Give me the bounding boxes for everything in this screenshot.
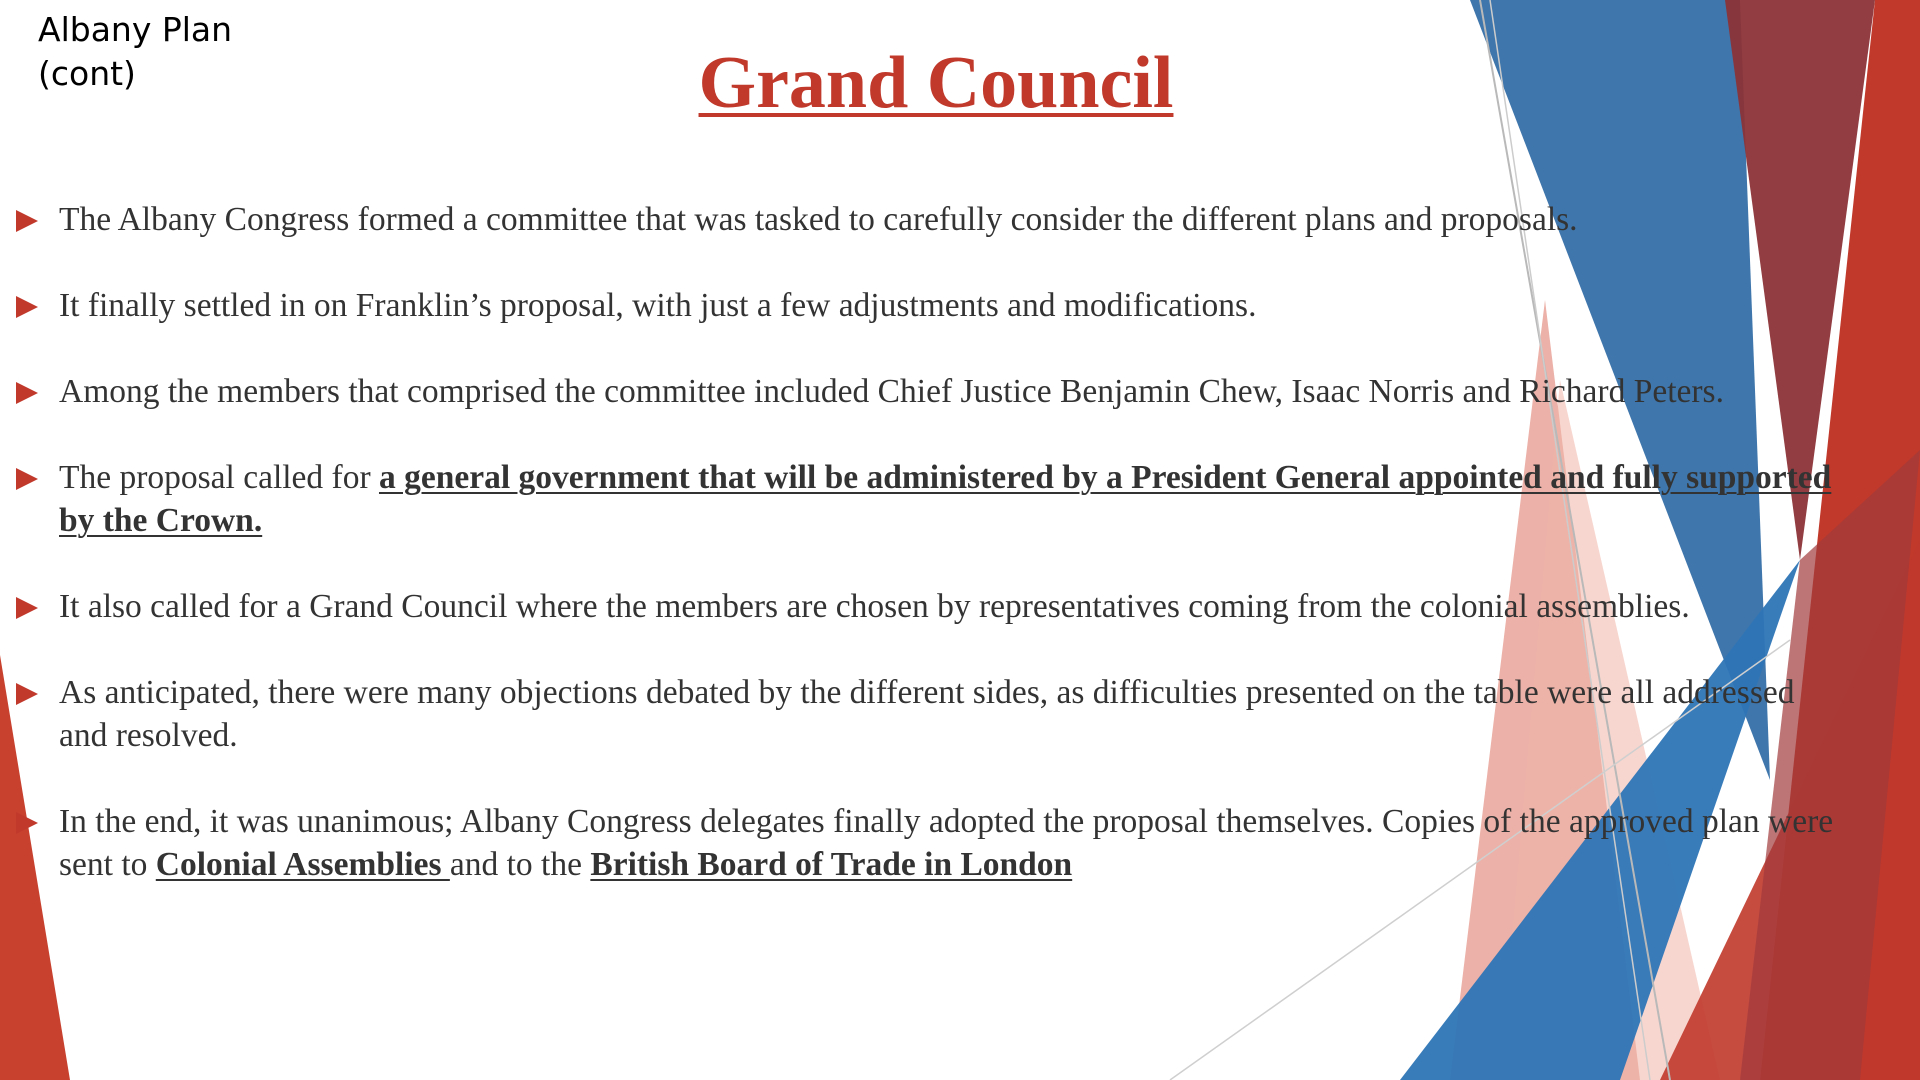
bullet-item: In the end, it was unanimous; Albany Con…: [14, 800, 1834, 886]
bullet-text-middle: and to the: [449, 846, 591, 883]
bullet-item: The proposal called for a general govern…: [14, 456, 1834, 542]
bullet-text: Among the members that comprised the com…: [59, 373, 1724, 410]
triangle-bullet-icon: [16, 597, 38, 619]
triangle-bullet-icon: [16, 683, 38, 705]
slide: Albany Plan (cont) Grand Council The Alb…: [0, 0, 1920, 1080]
bullet-item: Among the members that comprised the com…: [14, 370, 1834, 413]
triangle-bullet-icon: [16, 812, 38, 834]
bullet-item: It finally settled in on Franklin’s prop…: [14, 284, 1834, 327]
slide-title: Grand Council: [698, 42, 1174, 124]
triangle-bullet-icon: [16, 382, 38, 404]
bullet-text: It finally settled in on Franklin’s prop…: [59, 287, 1257, 324]
bullet-text: The Albany Congress formed a committee t…: [59, 201, 1578, 238]
bullet-text: It also called for a Grand Council where…: [59, 588, 1690, 625]
board-of-trade-emphasis: British Board of Trade in London: [590, 846, 1073, 883]
triangle-bullet-icon: [16, 468, 38, 490]
colonial-assemblies-emphasis: Colonial Assemblies: [155, 846, 450, 883]
bullet-item: The Albany Congress formed a committee t…: [14, 198, 1834, 241]
triangle-bullet-icon: [16, 296, 38, 318]
bullet-text: As anticipated, there were many objectio…: [59, 674, 1795, 754]
bullet-text: The proposal called for: [59, 459, 379, 496]
bullet-item: As anticipated, there were many objectio…: [14, 671, 1834, 757]
bullet-list: The Albany Congress formed a committee t…: [14, 198, 1834, 929]
bullet-item: It also called for a Grand Council where…: [14, 585, 1834, 628]
triangle-bullet-icon: [16, 210, 38, 232]
